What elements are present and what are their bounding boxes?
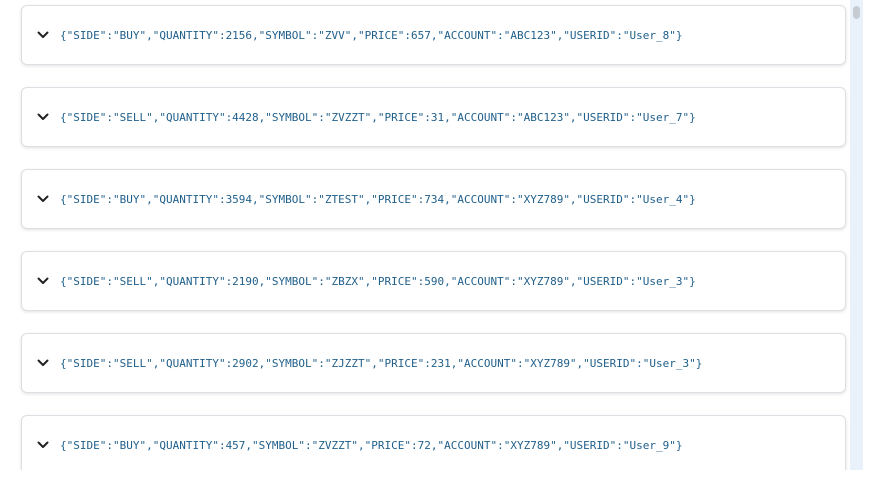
chevron-down-icon[interactable] — [36, 438, 50, 452]
message-card[interactable]: {"SIDE":"BUY","QUANTITY":2156,"SYMBOL":"… — [21, 5, 846, 65]
message-payload: {"SIDE":"SELL","QUANTITY":2190,"SYMBOL":… — [60, 274, 696, 288]
message-card[interactable]: {"SIDE":"SELL","QUANTITY":4428,"SYMBOL":… — [21, 87, 846, 147]
chevron-down-icon[interactable] — [36, 192, 50, 206]
chevron-down-icon[interactable] — [36, 28, 50, 42]
vertical-scrollbar[interactable] — [850, 0, 863, 470]
message-card[interactable]: {"SIDE":"SELL","QUANTITY":2902,"SYMBOL":… — [21, 333, 846, 393]
scrollbar-thumb[interactable] — [853, 6, 860, 19]
chevron-down-icon[interactable] — [36, 274, 50, 288]
message-payload: {"SIDE":"BUY","QUANTITY":457,"SYMBOL":"Z… — [60, 438, 683, 452]
message-payload: {"SIDE":"BUY","QUANTITY":3594,"SYMBOL":"… — [60, 192, 696, 206]
message-card[interactable]: {"SIDE":"BUY","QUANTITY":3594,"SYMBOL":"… — [21, 169, 846, 229]
message-payload: {"SIDE":"SELL","QUANTITY":4428,"SYMBOL":… — [60, 110, 696, 124]
chevron-down-icon[interactable] — [36, 356, 50, 370]
message-payload: {"SIDE":"SELL","QUANTITY":2902,"SYMBOL":… — [60, 356, 703, 370]
message-list: {"SIDE":"BUY","QUANTITY":2156,"SYMBOL":"… — [21, 5, 846, 470]
message-card[interactable]: {"SIDE":"BUY","QUANTITY":457,"SYMBOL":"Z… — [21, 415, 846, 470]
message-list-viewport: {"SIDE":"BUY","QUANTITY":2156,"SYMBOL":"… — [0, 0, 882, 470]
message-payload: {"SIDE":"BUY","QUANTITY":2156,"SYMBOL":"… — [60, 28, 683, 42]
chevron-down-icon[interactable] — [36, 110, 50, 124]
message-card[interactable]: {"SIDE":"SELL","QUANTITY":2190,"SYMBOL":… — [21, 251, 846, 311]
